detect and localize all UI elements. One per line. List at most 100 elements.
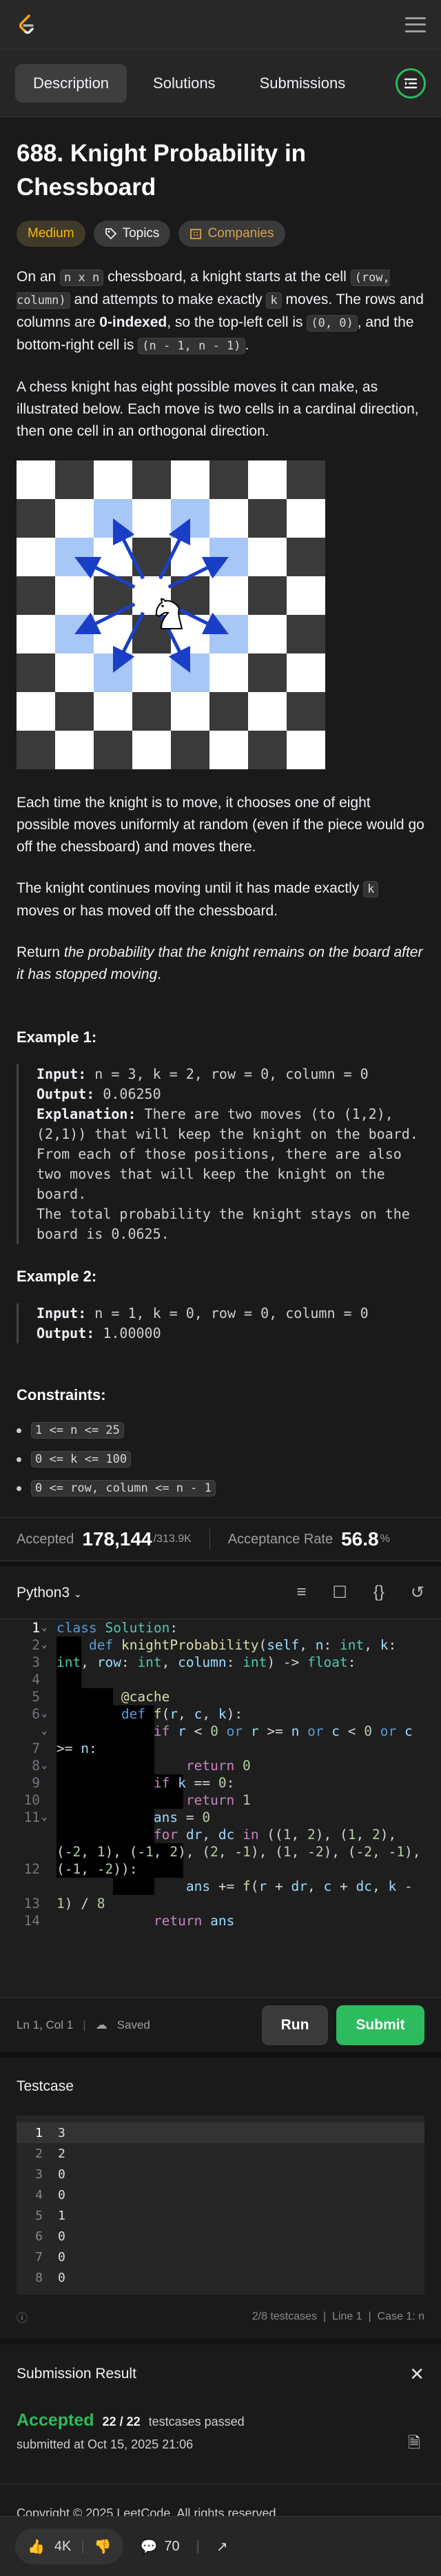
text: The knight continues moving until it has…: [17, 880, 364, 896]
board-cell: [248, 615, 287, 653]
acceptance-stats: Accepted 178,144/313.9K Acceptance Rate …: [0, 1517, 441, 1561]
case-indicator: Case 1: n: [377, 2311, 424, 2322]
problem-tabs: Description Solutions Submissions: [0, 50, 441, 117]
testcase-line: 40: [17, 2184, 424, 2205]
testcase-line-number: 4: [35, 2187, 43, 2202]
testcase-line-number: 3: [35, 2167, 43, 2182]
board-cell: [209, 499, 248, 538]
comment-icon[interactable]: 💬: [140, 2538, 157, 2555]
tab-solutions[interactable]: Solutions: [135, 64, 234, 103]
companies-label: Companies: [207, 226, 274, 241]
board-cell: [17, 499, 55, 538]
thumbs-down-icon[interactable]: 👎: [94, 2538, 112, 2555]
knight-moves-illustration: [17, 460, 325, 769]
board-cell: [209, 538, 248, 576]
description-paragraph-5: Return the probability that the knight r…: [17, 942, 424, 986]
tab-description[interactable]: Description: [15, 63, 127, 103]
testcase-line-value: 2: [58, 2146, 65, 2161]
board-cell: [17, 653, 55, 692]
constraints-list: 1 <= n <= 25 0 <= k <= 100 0 <= row, col…: [17, 1422, 424, 1497]
tab-submissions[interactable]: Submissions: [242, 64, 364, 103]
board-cell: [248, 499, 287, 538]
description-paragraph-3: Each time the knight is to move, it choo…: [17, 795, 424, 855]
thumbs-up-icon[interactable]: 👍: [28, 2538, 45, 2555]
example-2-input: Input: n = 1, k = 0, row = 0, column = 0: [37, 1304, 424, 1324]
emphasis-text: the probability that the knight remains …: [17, 944, 423, 982]
inline-code: n x n: [60, 270, 104, 286]
code-line: if k == 0:: [153, 1775, 235, 1791]
code-area[interactable]: 123456 7 8 9 10 11 12 13 14 ⌄ ⌄ ⌄ ⌄ ⌄ ⌄ class Solu…: [0, 1619, 441, 1997]
testcase-line-number: 2: [35, 2146, 43, 2161]
code-line: return ans: [153, 1913, 235, 1929]
board-cell: [248, 576, 287, 615]
comment-count: 70: [164, 2538, 180, 2554]
label: Input:: [37, 1305, 87, 1321]
acceptance-rate: 56.8: [341, 1528, 379, 1550]
menu-icon[interactable]: [405, 17, 426, 32]
leetcode-logo-icon[interactable]: [15, 13, 39, 37]
board-cell: [17, 460, 55, 499]
board-cell: [132, 499, 171, 538]
testcase-line-value: 0: [58, 2270, 65, 2285]
example-1-output: Output: 0.06250: [37, 1084, 424, 1104]
board-cell: [171, 692, 209, 731]
submission-time: submitted at Oct 15, 2025 21:06: [17, 2437, 194, 2451]
language-label: Python3: [17, 1584, 70, 1601]
board-cell: [17, 576, 55, 615]
submission-status: Accepted: [17, 2411, 94, 2430]
format-icon[interactable]: ≡: [296, 1583, 306, 1603]
example-1-input: Input: n = 3, k = 2, row = 0, column = 0: [37, 1064, 424, 1084]
board-cell: [209, 576, 248, 615]
value: 1.00000: [94, 1325, 161, 1341]
code-line: class Solution:: [57, 1620, 178, 1636]
share-icon[interactable]: ↗: [216, 2538, 228, 2555]
label: Input:: [37, 1066, 87, 1082]
testcase-line: 80: [17, 2267, 424, 2288]
line-indicator: Line 1: [331, 2311, 362, 2322]
board-cell: [209, 460, 248, 499]
run-button[interactable]: Run: [262, 2005, 328, 2045]
constraints-heading: Constraints:: [17, 1386, 106, 1403]
example-2-output: Output: 1.00000: [37, 1324, 424, 1343]
help-icon[interactable]: ⓘ: [17, 2309, 28, 2325]
code-line: (-1, -2)):: [57, 1861, 138, 1877]
bold-text: 0-indexed: [99, 314, 167, 330]
constraint-code: 0 <= row, column <= n - 1: [31, 1480, 216, 1497]
reset-icon[interactable]: ↺: [411, 1583, 424, 1603]
language-selector[interactable]: Python3 ⌄: [17, 1585, 82, 1601]
board-cell: [132, 460, 171, 499]
code-line: return 0: [185, 1758, 251, 1774]
constraint-item: 0 <= row, column <= n - 1: [17, 1480, 424, 1497]
board-cell: [287, 653, 325, 692]
accepted-count: 178,144: [82, 1528, 152, 1550]
code-line: ans += f(r + dr, c + dc, k -: [185, 1878, 413, 1894]
tests-passed: 22 / 22: [102, 2415, 141, 2428]
testcase-line-number: 6: [35, 2229, 43, 2244]
testcase-line: 70: [17, 2247, 424, 2267]
difficulty-badge[interactable]: Medium: [17, 221, 85, 247]
braces-icon[interactable]: {}: [373, 1583, 384, 1603]
board-cell: [94, 460, 132, 499]
submissions-total: /313.9K: [153, 1533, 192, 1545]
board-cell: [287, 731, 325, 769]
board-cell: [287, 460, 325, 499]
testcase-input[interactable]: 1322304051607080: [17, 2116, 424, 2295]
board-cell: [171, 499, 209, 538]
document-icon[interactable]: 🗎: [408, 2431, 420, 2457]
board-cell: [55, 615, 94, 653]
board-cell: [287, 576, 325, 615]
testcase-line-value: 0: [58, 2229, 65, 2244]
panel-toggle-icon[interactable]: [396, 68, 426, 99]
submit-button[interactable]: Submit: [336, 2005, 424, 2045]
description-paragraph-1: On an n x n chessboard, a knight starts …: [17, 266, 424, 357]
close-icon[interactable]: ✕: [409, 2364, 424, 2385]
board-cell: [171, 460, 209, 499]
text: chessboard, a knight starts at the cell: [103, 269, 351, 285]
board-cell: [287, 615, 325, 653]
bookmark-icon[interactable]: ☐: [332, 1583, 347, 1603]
board-cell: [94, 692, 132, 731]
topics-button[interactable]: Topics: [93, 221, 171, 247]
companies-button[interactable]: Companies: [178, 221, 285, 247]
code-line: def f(r, c, k):: [121, 1706, 243, 1722]
testcase-footer: ⓘ 2/8 testcases | Line 1 | Case 1: n: [0, 2295, 441, 2339]
